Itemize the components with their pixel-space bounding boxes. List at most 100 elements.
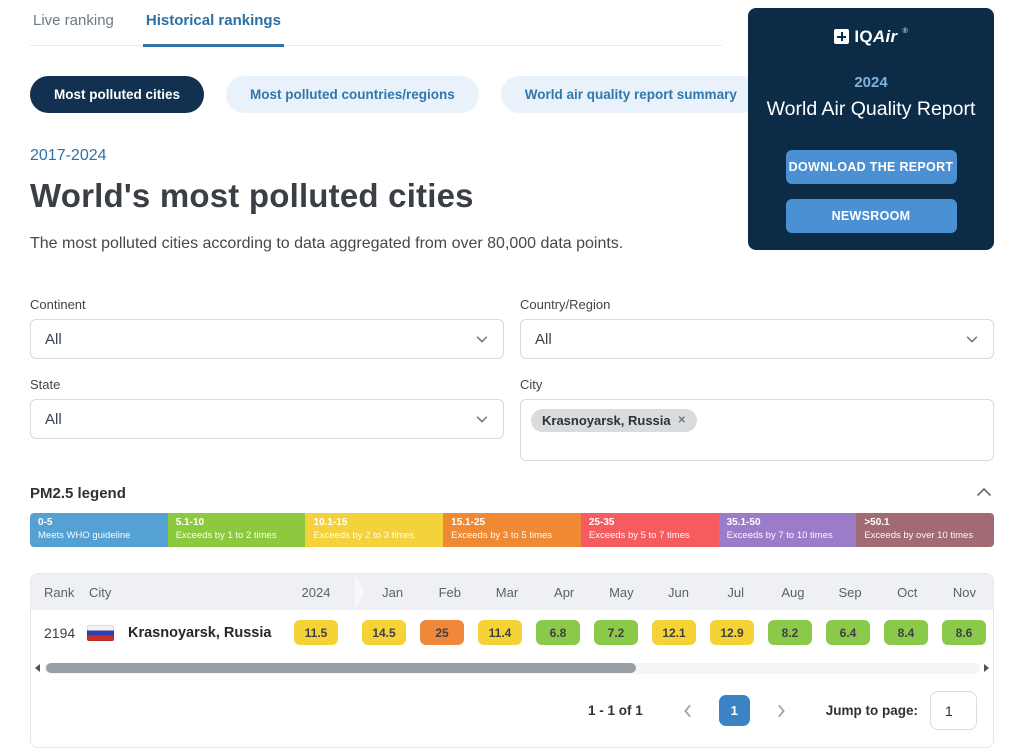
city-multiselect-input[interactable]: Krasnoyarsk, Russia ✕ (520, 399, 994, 461)
city-link[interactable]: Krasnoyarsk, Russia (128, 625, 271, 641)
continent-select[interactable]: All (30, 319, 504, 359)
tab-historical-rankings[interactable]: Historical rankings (143, 12, 284, 47)
pm25-badge: 11.5 (294, 620, 338, 645)
jump-to-page-label: Jump to page: (826, 703, 918, 718)
legend-band-range: 15.1-25 (451, 516, 573, 529)
legend-band: 25-35 Exceeds by 5 to 7 times (581, 513, 719, 547)
rankings-table: Rank City 2024 Jan Feb Mar Apr May Jun J… (30, 573, 994, 748)
scrollbar-thumb[interactable] (46, 663, 636, 673)
month-value-cell: 8.6 (935, 620, 993, 645)
horizontal-scrollbar (35, 661, 989, 675)
previous-page-button[interactable] (681, 704, 695, 718)
current-page-button[interactable]: 1 (719, 695, 750, 726)
month-column-header: Aug (764, 574, 821, 610)
pm25-badge: 11.4 (478, 620, 522, 645)
city-column-header: City (87, 574, 277, 610)
continent-value: All (45, 331, 62, 348)
month-column-header: Oct (879, 574, 936, 610)
month-value-cell: 6.8 (529, 620, 587, 645)
scrollbar-track[interactable] (44, 663, 980, 674)
month-column-header: Sep (822, 574, 879, 610)
month-value-cell: 8.2 (761, 620, 819, 645)
next-page-button[interactable] (774, 704, 788, 718)
registered-mark: ® (902, 28, 907, 35)
chevron-right-icon (774, 704, 788, 718)
chevron-down-icon (475, 412, 489, 426)
month-value-cells: 14.5 25 11.4 6.8 7.2 12.1 12.9 8.2 6.4 8… (355, 620, 993, 645)
country-value: All (535, 331, 552, 348)
state-value: All (45, 411, 62, 428)
legend-band-description: Exceeds by 2 to 3 times (313, 529, 435, 542)
legend-band-description: Exceeds by 1 to 2 times (176, 529, 298, 542)
rank-column-header: Rank (31, 574, 87, 610)
country-select[interactable]: All (520, 319, 994, 359)
pm25-badge: 8.4 (884, 620, 928, 645)
legend-band-description: Exceeds by 7 to 10 times (727, 529, 849, 542)
pm25-badge: 7.2 (594, 620, 638, 645)
pm25-badge: 6.8 (536, 620, 580, 645)
legend-band: 35.1-50 Exceeds by 7 to 10 times (719, 513, 857, 547)
country-field: Country/Region All (520, 297, 994, 359)
country-label: Country/Region (520, 297, 994, 312)
table-footer: 1 - 1 of 1 1 Jump to page: (31, 679, 993, 747)
legend-bands: 0-5 Meets WHO guideline 5.1-10 Exceeds b… (30, 513, 994, 547)
month-value-cell: 12.9 (703, 620, 761, 645)
state-field: State All (30, 377, 504, 461)
tab-live-ranking[interactable]: Live ranking (30, 12, 117, 45)
city-label: City (520, 377, 994, 392)
legend-band-description: Exceeds by 5 to 7 times (589, 529, 711, 542)
legend-band-range: 10.1-15 (313, 516, 435, 529)
pm25-badge: 8.2 (768, 620, 812, 645)
report-title: World Air Quality Report (748, 98, 994, 121)
iqair-wordmark: IQAir (854, 27, 897, 47)
legend-band: 0-5 Meets WHO guideline (30, 513, 168, 547)
filters: Continent All Country/Region All State A… (30, 297, 994, 461)
month-column-header: Jun (650, 574, 707, 610)
legend-band: 5.1-10 Exceeds by 1 to 2 times (168, 513, 306, 547)
scroll-left-arrow-icon[interactable] (35, 664, 40, 672)
report-type-pill[interactable]: Most polluted countries/regions (226, 76, 479, 113)
year-value-cell: 11.5 (277, 620, 355, 645)
continent-field: Continent All (30, 297, 504, 359)
chevron-up-icon (976, 487, 992, 497)
newsroom-button[interactable]: NEWSROOM (786, 199, 957, 233)
report-promo-card: IQAir ® 2024 World Air Quality Report DO… (748, 8, 994, 250)
month-value-cell: 25 (413, 620, 471, 645)
pm25-badge: 6.4 (826, 620, 870, 645)
legend-band-range: 25-35 (589, 516, 711, 529)
month-value-cell: 6.4 (819, 620, 877, 645)
legend-band-description: Exceeds by 3 to 5 times (451, 529, 573, 542)
jump-to-page: Jump to page: (826, 691, 977, 730)
jump-to-page-input[interactable] (930, 691, 977, 730)
russia-flag-icon (87, 625, 114, 641)
state-select[interactable]: All (30, 399, 504, 439)
month-value-cell: 7.2 (587, 620, 645, 645)
report-type-pill[interactable]: World air quality report summary (501, 76, 761, 113)
chevron-down-icon (965, 332, 979, 346)
download-report-button[interactable]: DOWNLOAD THE REPORT (786, 150, 957, 184)
report-type-pill[interactable]: Most polluted cities (30, 76, 204, 113)
pill-label: Most polluted cities (54, 87, 180, 102)
month-column-header: Feb (421, 574, 478, 610)
continent-label: Continent (30, 297, 504, 312)
scroll-right-arrow-icon[interactable] (984, 664, 989, 672)
pill-label: World air quality report summary (525, 87, 737, 102)
iqair-plus-icon (834, 29, 849, 44)
month-column-header: May (593, 574, 650, 610)
city-tag: Krasnoyarsk, Russia ✕ (531, 409, 697, 432)
legend-band: >50.1 Exceeds by over 10 times (856, 513, 994, 547)
remove-tag-icon[interactable]: ✕ (678, 415, 686, 426)
chevron-left-icon (681, 704, 695, 718)
month-value-cell: 14.5 (355, 620, 413, 645)
month-column-header: Mar (478, 574, 535, 610)
legend-band-description: Meets WHO guideline (38, 529, 160, 542)
pm25-badge: 14.5 (362, 620, 406, 645)
rank-cell: 2194 (31, 625, 87, 641)
table-row: 2194 Krasnoyarsk, Russia 11.5 14.5 25 11… (31, 610, 993, 655)
collapse-legend-button[interactable] (974, 482, 994, 504)
month-column-header: Nov (936, 574, 993, 610)
legend-title: PM2.5 legend (30, 485, 126, 502)
legend-band: 15.1-25 Exceeds by 3 to 5 times (443, 513, 581, 547)
month-column-header: Jan (364, 574, 421, 610)
iqair-logo: IQAir ® (748, 27, 994, 47)
